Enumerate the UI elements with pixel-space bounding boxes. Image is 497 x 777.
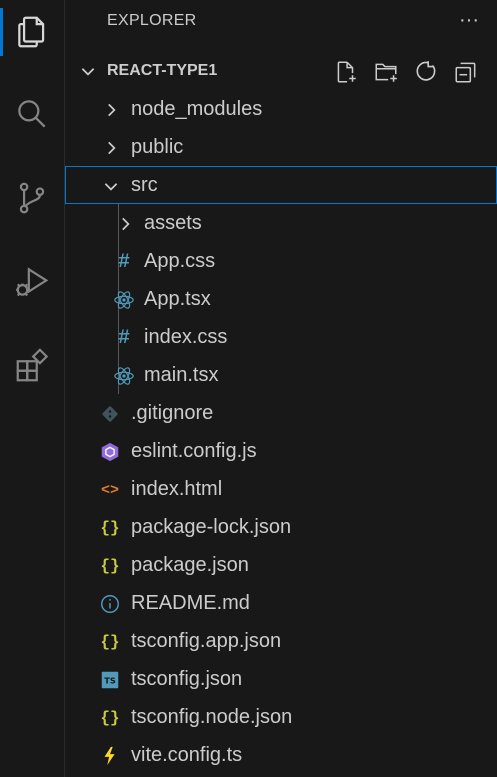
react-icon <box>113 365 135 387</box>
file-item[interactable]: TS tsconfig.json <box>65 660 497 698</box>
refresh-icon <box>416 61 436 81</box>
folder-item[interactable]: public <box>65 128 497 166</box>
json-icon: {} <box>100 557 120 575</box>
file-item[interactable]: {} package.json <box>65 546 497 584</box>
css-icon: # <box>117 326 130 350</box>
activity-explorer[interactable] <box>0 4 64 60</box>
git-icon <box>99 403 121 425</box>
file-item[interactable]: README.md <box>65 584 497 622</box>
project-section-header[interactable]: REACT-TYPE1 <box>65 52 497 90</box>
new-folder-button[interactable] <box>371 57 401 87</box>
html-icon: <> <box>100 481 119 499</box>
source-control-icon <box>19 182 45 214</box>
react-icon <box>113 289 135 311</box>
tree-item-label: index.html <box>131 478 223 500</box>
tree-item-label: tsconfig.node.json <box>131 706 293 728</box>
file-item[interactable]: # App.css <box>65 242 497 280</box>
tree-item-label: .gitignore <box>131 402 214 424</box>
vscode-window: EXPLORER ··· REACT-TYPE1 node_modules pu… <box>0 0 497 777</box>
json-icon: {} <box>100 709 120 727</box>
new-folder-icon <box>375 63 397 82</box>
new-file-icon <box>337 61 356 83</box>
file-item[interactable]: App.tsx <box>65 280 497 318</box>
search-icon <box>18 100 46 128</box>
run-debug-icon <box>16 267 49 297</box>
folder-item[interactable]: node_modules <box>65 90 497 128</box>
tree-item-label: package.json <box>131 554 249 576</box>
explorer-sidebar: EXPLORER ··· REACT-TYPE1 node_modules pu… <box>65 0 497 777</box>
tree-item-label: node_modules <box>131 98 263 120</box>
file-item[interactable]: .gitignore <box>65 394 497 432</box>
refresh-button[interactable] <box>411 57 441 87</box>
file-item[interactable]: {} package-lock.json <box>65 508 497 546</box>
chevron-down-icon <box>100 175 122 197</box>
tree-item-label: README.md <box>131 592 250 614</box>
tree-item-label: tsconfig.app.json <box>131 630 282 652</box>
eslint-icon <box>99 441 121 463</box>
chevron-right-icon <box>114 213 136 235</box>
json-icon: {} <box>100 633 120 651</box>
activity-extensions[interactable] <box>0 338 64 394</box>
file-item[interactable]: {} tsconfig.node.json <box>65 698 497 736</box>
collapse-all-icon <box>455 62 476 83</box>
more-actions-button[interactable]: ··· <box>455 8 483 32</box>
explorer-header: EXPLORER ··· <box>65 0 497 42</box>
project-name: REACT-TYPE1 <box>107 62 218 79</box>
tree-item-label: public <box>131 136 184 158</box>
info-icon <box>99 593 121 615</box>
folder-item[interactable]: src <box>65 166 497 204</box>
explorer-icon <box>18 16 45 48</box>
collapse-all-button[interactable] <box>451 57 481 87</box>
file-item[interactable]: # index.css <box>65 318 497 356</box>
file-item[interactable]: eslint.config.js <box>65 432 497 470</box>
file-item[interactable]: {} tsconfig.app.json <box>65 622 497 660</box>
tree-item-label: package-lock.json <box>131 516 292 538</box>
tree-item-label: eslint.config.js <box>131 440 257 462</box>
activity-run-debug[interactable] <box>0 254 64 310</box>
tree-item-label: tsconfig.json <box>131 668 243 690</box>
tsconfig-icon: TS <box>99 669 121 691</box>
explorer-title: EXPLORER <box>107 12 197 29</box>
chevron-down-icon <box>81 68 95 76</box>
tree-item-label: assets <box>144 212 202 234</box>
css-icon: # <box>117 250 130 274</box>
activity-bar <box>0 0 65 777</box>
tree-item-label: App.css <box>144 250 216 272</box>
tree-item-label: index.css <box>144 326 228 348</box>
file-item[interactable]: vite.config.ts <box>65 736 497 774</box>
json-icon: {} <box>100 519 120 537</box>
chevron-right-icon <box>100 99 122 121</box>
folder-item[interactable]: assets <box>65 204 497 242</box>
new-file-button[interactable] <box>331 57 361 87</box>
file-item[interactable]: main.tsx <box>65 356 497 394</box>
vite-icon <box>99 745 121 767</box>
svg-text:TS: TS <box>104 676 116 686</box>
tree-item-label: vite.config.ts <box>131 744 243 766</box>
tree-item-label: main.tsx <box>144 364 219 386</box>
chevron-right-icon <box>100 137 122 159</box>
activity-search[interactable] <box>0 86 64 142</box>
tree-item-label: App.tsx <box>144 288 211 310</box>
extensions-icon <box>16 348 49 382</box>
file-item[interactable]: <> index.html <box>65 470 497 508</box>
section-actions <box>331 57 481 87</box>
activity-source-control[interactable] <box>0 170 64 226</box>
tree-item-label: src <box>131 174 158 196</box>
